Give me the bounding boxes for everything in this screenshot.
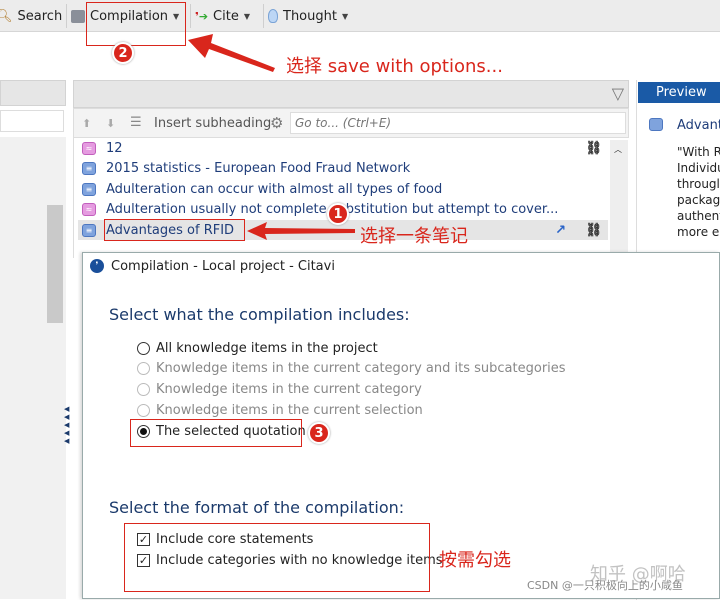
radio-current-category[interactable]: Knowledge items in the current category bbox=[137, 382, 422, 397]
preview-text: "With R Individu througl packag authent more … bbox=[677, 145, 720, 239]
search-button[interactable]: 🔍︎ Search bbox=[0, 6, 62, 26]
cite-icon: ❜➔ bbox=[195, 9, 209, 23]
quotation-icon: ≡ bbox=[82, 161, 96, 175]
left-scrollbar[interactable] bbox=[47, 205, 63, 323]
annotation-box-format bbox=[124, 523, 430, 592]
annotation-arrow-2 bbox=[188, 34, 275, 72]
radio-all-items[interactable]: All knowledge items in the project bbox=[137, 341, 378, 356]
middle-toolbar: ⬆ ⬇ ☰ Insert subheading ⚙ bbox=[73, 108, 629, 138]
quotation-icon: ≡ bbox=[82, 182, 96, 196]
list-item[interactable]: ≡ Adulteration can occur with almost all … bbox=[78, 179, 608, 199]
dialog-title: Compilation - Local project - Citavi bbox=[111, 259, 335, 274]
divider bbox=[66, 4, 67, 28]
divider bbox=[263, 4, 264, 28]
chevron-down-icon: ▼ bbox=[341, 11, 349, 21]
cite-button[interactable]: ❜➔ Cite ▼ bbox=[195, 6, 250, 26]
link-icon[interactable]: ⛓ bbox=[585, 141, 602, 156]
quotation-icon: ≡ bbox=[82, 223, 96, 237]
thought-button[interactable]: Thought ▼ bbox=[268, 6, 348, 26]
annotation-badge-3: 3 bbox=[308, 422, 330, 444]
list-item[interactable]: ≈12 ⛓ bbox=[78, 138, 608, 158]
citavi-logo-icon: ❜ bbox=[90, 259, 104, 273]
annotation-box-compilation bbox=[86, 2, 186, 46]
watermark-csdn: CSDN @一只积极向上的小咸鱼 bbox=[527, 579, 683, 592]
goto-input[interactable] bbox=[290, 112, 626, 134]
link-icon[interactable]: ⛓ bbox=[585, 223, 602, 238]
splitter-handle-icon[interactable]: ◀ ◀ ◀ ◀ ◀ bbox=[64, 405, 69, 445]
subheading-icon: ☰ bbox=[130, 115, 142, 130]
lightbulb-icon bbox=[268, 9, 278, 23]
filter-icon[interactable]: ▽ bbox=[612, 84, 624, 103]
radio-category-subcategories[interactable]: Knowledge items in the current category … bbox=[137, 361, 566, 376]
tab-preview[interactable]: Preview bbox=[638, 82, 720, 103]
move-down-icon[interactable]: ⬇ bbox=[106, 117, 115, 130]
annotation-text-2: 选择 save with options... bbox=[286, 56, 503, 77]
annotation-arrow-1 bbox=[247, 222, 355, 240]
annotation-text-1: 选择一条笔记 bbox=[360, 226, 468, 247]
search-icon: 🔍︎ bbox=[0, 8, 13, 24]
jump-icon[interactable]: ↗ bbox=[555, 223, 566, 238]
preview-title: Advant bbox=[677, 118, 720, 133]
printer-icon bbox=[71, 9, 85, 23]
section-heading: Select what the compilation includes: bbox=[109, 305, 410, 324]
divider bbox=[190, 4, 191, 28]
annotation-text-3: 按需勾选 bbox=[439, 550, 511, 571]
thought-icon: ≈ bbox=[82, 141, 96, 155]
annotation-badge-2: 2 bbox=[112, 42, 134, 64]
radio-current-selection[interactable]: Knowledge items in the current selection bbox=[137, 403, 423, 418]
gear-icon[interactable]: ⚙ bbox=[270, 114, 283, 132]
list-scrollbar[interactable]: ︿ bbox=[610, 140, 628, 252]
annotation-box-item bbox=[104, 219, 245, 241]
left-panel-header bbox=[0, 80, 66, 106]
left-search-field[interactable] bbox=[0, 110, 64, 132]
annotation-box-selected-quotation bbox=[130, 419, 302, 447]
thought-icon: ≈ bbox=[82, 202, 96, 216]
section-heading: Select the format of the compilation: bbox=[109, 498, 405, 517]
annotation-badge-1: 1 bbox=[327, 203, 349, 225]
middle-panel-header: ▽ bbox=[73, 80, 629, 108]
move-up-icon[interactable]: ⬆ bbox=[82, 117, 91, 130]
quotation-icon bbox=[649, 118, 663, 131]
list-item[interactable]: ≡ 2015 statistics - European Food Fraud N… bbox=[78, 158, 608, 178]
chevron-down-icon: ▼ bbox=[243, 11, 250, 21]
insert-subheading-button[interactable]: Insert subheading bbox=[154, 116, 271, 131]
